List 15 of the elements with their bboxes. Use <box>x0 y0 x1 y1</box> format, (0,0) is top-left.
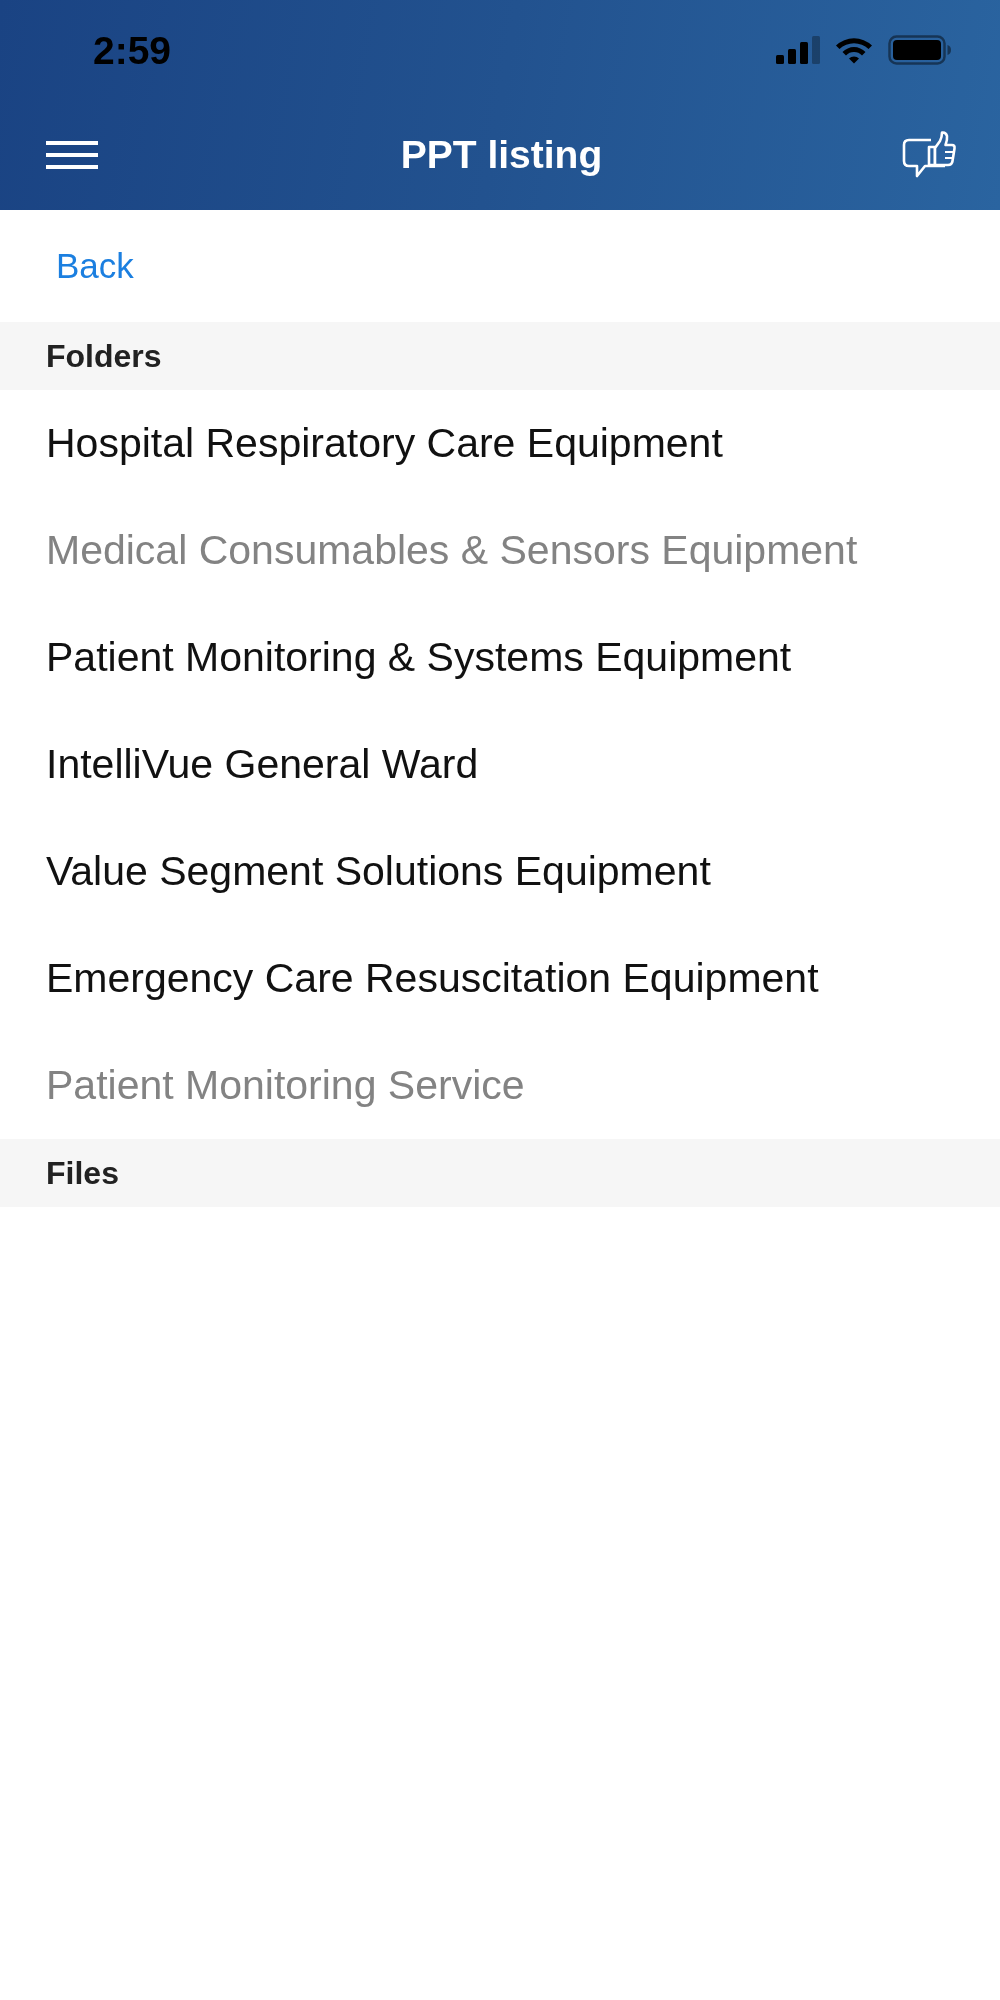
signal-icon <box>776 36 820 64</box>
wifi-icon <box>834 36 874 64</box>
folder-item[interactable]: Value Segment Solutions Equipment <box>46 846 711 897</box>
status-time: 2:59 <box>93 30 172 70</box>
thumbs-up-chat-icon[interactable] <box>901 130 957 180</box>
folder-item[interactable]: Emergency Care Resuscitation Equipment <box>46 953 819 1004</box>
folder-item[interactable]: IntelliVue General Ward <box>46 739 479 790</box>
folder-item[interactable]: Hospital Respiratory Care Equipment <box>46 418 723 469</box>
folder-item[interactable]: Patient Monitoring & Systems Equipment <box>46 632 792 683</box>
battery-icon <box>888 35 952 65</box>
back-link[interactable]: Back <box>56 245 134 287</box>
section-header: Folders <box>0 322 1000 390</box>
page-title: PPT listing <box>400 131 603 178</box>
menu-icon[interactable] <box>46 141 98 169</box>
section-header: Files <box>0 1139 1000 1207</box>
